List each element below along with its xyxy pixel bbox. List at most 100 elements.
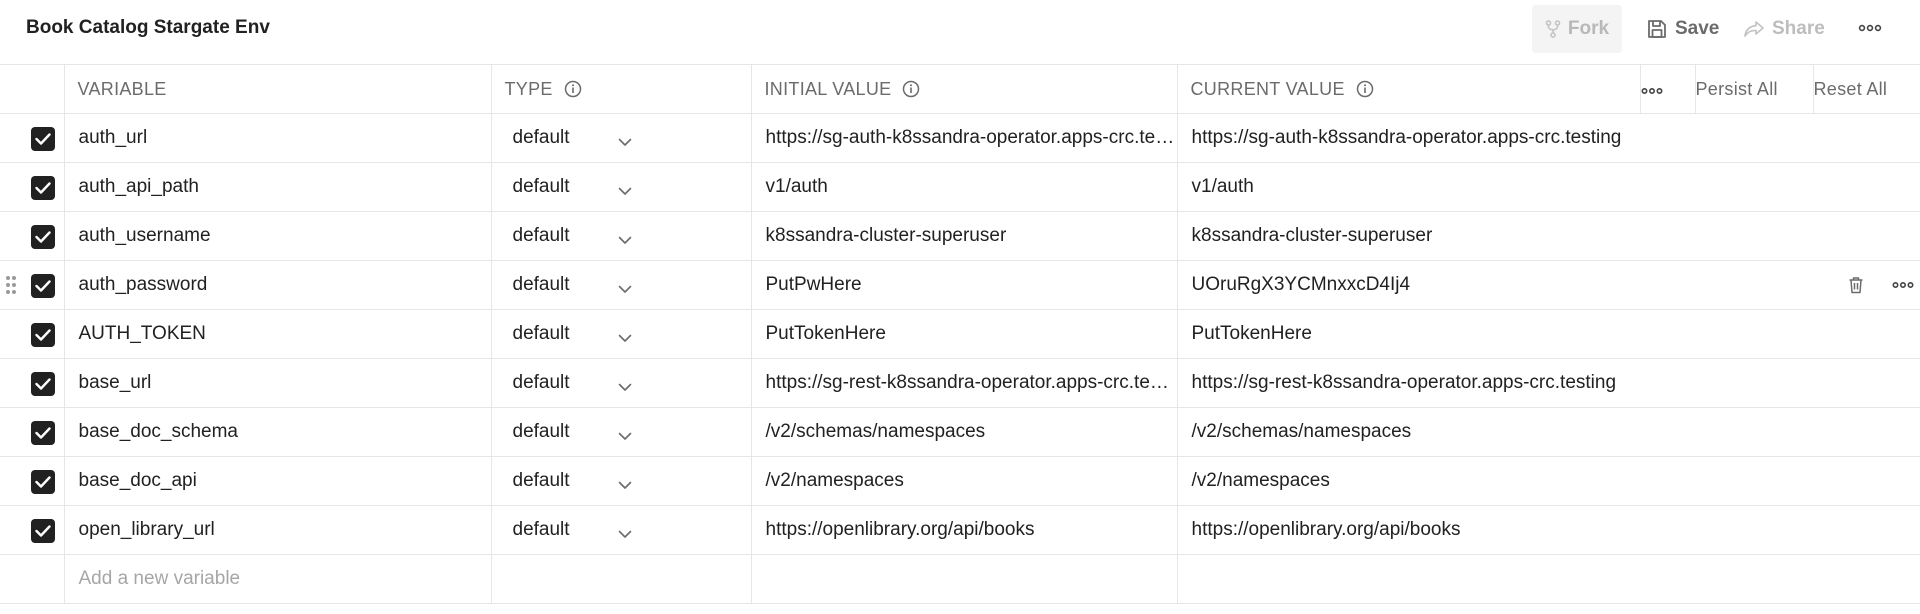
delete-icon[interactable]: [1848, 276, 1864, 294]
initial-value-cell[interactable]: https://sg-auth-k8ssandra-operator.apps-…: [751, 113, 1178, 163]
variable-cell[interactable]: AUTH_TOKEN: [64, 309, 492, 359]
variable-cell[interactable]: auth_password: [64, 260, 492, 310]
initial-value-cell[interactable]: PutPwHere: [751, 260, 1178, 310]
type-select[interactable]: default: [491, 456, 752, 506]
current-value-cell[interactable]: /v2/schemas/namespaces: [1177, 407, 1920, 457]
chevron-down-icon: [618, 376, 632, 398]
table-row: base_doc_api default /v2/namespaces /v2/…: [0, 456, 1920, 506]
variable-name: auth_api_path: [78, 176, 199, 197]
current-value-cell[interactable]: /v2/namespaces: [1177, 456, 1920, 506]
share-button[interactable]: Share: [1743, 5, 1825, 53]
variable-cell[interactable]: base_doc_api: [64, 456, 492, 506]
variable-cell[interactable]: base_url: [64, 358, 492, 408]
save-label: Save: [1675, 18, 1720, 39]
new-current-value-cell[interactable]: [1177, 554, 1920, 604]
type-select[interactable]: default: [491, 260, 752, 310]
header-checkbox-cell: [0, 64, 65, 114]
new-variable-input[interactable]: Add a new variable: [64, 554, 492, 604]
type-value: default: [512, 127, 570, 148]
variable-cell[interactable]: open_library_url: [64, 505, 492, 555]
table-row: base_doc_schema default /v2/schemas/name…: [0, 407, 1920, 457]
variable-cell[interactable]: auth_api_path: [64, 162, 492, 212]
row-actions: [1848, 261, 1920, 309]
current-value: v1/auth: [1191, 176, 1254, 197]
persist-all-button[interactable]: Persist All: [1695, 64, 1814, 114]
current-value-cell[interactable]: https://sg-auth-k8ssandra-operator.apps-…: [1177, 113, 1920, 163]
variables-table: VARIABLE TYPE INITIAL VALUE CURRENT VALU…: [0, 64, 1920, 604]
enabled-checkbox[interactable]: [31, 421, 55, 445]
drag-handle-icon[interactable]: [5, 275, 17, 301]
table-row: auth_api_path default v1/auth v1/auth: [0, 162, 1920, 212]
type-value: default: [512, 421, 570, 442]
current-value-cell[interactable]: k8ssandra-cluster-superuser: [1177, 211, 1920, 261]
initial-value-cell[interactable]: /v2/namespaces: [751, 456, 1178, 506]
more-options-icon[interactable]: [1858, 15, 1882, 41]
checkbox-cell: [0, 456, 65, 506]
new-type-cell[interactable]: [491, 554, 752, 604]
initial-value: k8ssandra-cluster-superuser: [765, 225, 1007, 246]
info-icon[interactable]: [564, 80, 582, 98]
info-icon[interactable]: [902, 80, 920, 98]
variable-name: open_library_url: [78, 519, 215, 540]
variable-cell[interactable]: auth_url: [64, 113, 492, 163]
checkbox-cell: [0, 505, 65, 555]
enabled-checkbox[interactable]: [31, 323, 55, 347]
variable-header-label: VARIABLE: [77, 78, 167, 99]
current-value-cell[interactable]: v1/auth: [1177, 162, 1920, 212]
variable-name: base_doc_api: [78, 470, 197, 491]
initial-value-cell[interactable]: https://sg-rest-k8ssandra-operator.apps-…: [751, 358, 1178, 408]
enabled-checkbox[interactable]: [31, 372, 55, 396]
variable-cell[interactable]: auth_username: [64, 211, 492, 261]
enabled-checkbox[interactable]: [31, 225, 55, 249]
initial-value-cell[interactable]: https://openlibrary.org/api/books: [751, 505, 1178, 555]
current-value-cell[interactable]: PutTokenHere: [1177, 309, 1920, 359]
checkbox-cell: [0, 162, 65, 212]
table-row: open_library_url default https://openlib…: [0, 505, 1920, 555]
current-value-cell[interactable]: https://openlibrary.org/api/books: [1177, 505, 1920, 555]
environment-title[interactable]: Book Catalog Stargate Env: [26, 17, 270, 39]
column-header-variable: VARIABLE: [64, 64, 492, 114]
fork-icon: [1545, 20, 1561, 38]
type-select[interactable]: default: [491, 162, 752, 212]
type-select[interactable]: default: [491, 505, 752, 555]
save-button[interactable]: Save: [1646, 5, 1719, 53]
new-initial-value-cell[interactable]: [751, 554, 1178, 604]
enabled-checkbox[interactable]: [31, 176, 55, 200]
environment-header: Book Catalog Stargate Env Fork Save Shar…: [0, 0, 1920, 64]
variable-name: auth_password: [78, 274, 208, 295]
type-select[interactable]: default: [491, 407, 752, 457]
row-options-icon[interactable]: [1892, 281, 1914, 289]
column-options-icon[interactable]: [1640, 64, 1696, 114]
variable-name: auth_url: [78, 127, 148, 148]
enabled-checkbox[interactable]: [31, 519, 55, 543]
initial-value: /v2/namespaces: [765, 470, 904, 491]
initial-value-cell[interactable]: /v2/schemas/namespaces: [751, 407, 1178, 457]
initial-value-cell[interactable]: PutTokenHere: [751, 309, 1178, 359]
chevron-down-icon: [618, 425, 632, 447]
initial-value-cell[interactable]: v1/auth: [751, 162, 1178, 212]
fork-button[interactable]: Fork: [1532, 5, 1622, 53]
type-select[interactable]: default: [491, 211, 752, 261]
variable-cell[interactable]: base_doc_schema: [64, 407, 492, 457]
column-header-type: TYPE: [491, 64, 752, 114]
enabled-checkbox[interactable]: [31, 470, 55, 494]
enabled-checkbox[interactable]: [31, 127, 55, 151]
initial-value-cell[interactable]: k8ssandra-cluster-superuser: [751, 211, 1178, 261]
info-icon[interactable]: [1356, 80, 1374, 98]
checkbox-cell: [0, 407, 65, 457]
initial-value: PutPwHere: [765, 274, 862, 295]
new-variable-placeholder: Add a new variable: [78, 568, 241, 589]
variable-name: base_doc_schema: [78, 421, 239, 442]
table-row: AUTH_TOKEN default PutTokenHere PutToken…: [0, 309, 1920, 359]
type-select[interactable]: default: [491, 309, 752, 359]
type-value: default: [512, 372, 570, 393]
reset-all-button[interactable]: Reset All: [1813, 64, 1920, 114]
current-value-cell[interactable]: UOruRgX3YCMnxxcD4Ij4: [1177, 260, 1920, 310]
type-select[interactable]: default: [491, 113, 752, 163]
chevron-down-icon: [618, 180, 632, 202]
enabled-checkbox[interactable]: [31, 274, 55, 298]
column-header-initial-value: INITIAL VALUE: [751, 64, 1178, 114]
current-value-cell[interactable]: https://sg-rest-k8ssandra-operator.apps-…: [1177, 358, 1920, 408]
type-select[interactable]: default: [491, 358, 752, 408]
table-header-row: VARIABLE TYPE INITIAL VALUE CURRENT VALU…: [0, 64, 1920, 114]
